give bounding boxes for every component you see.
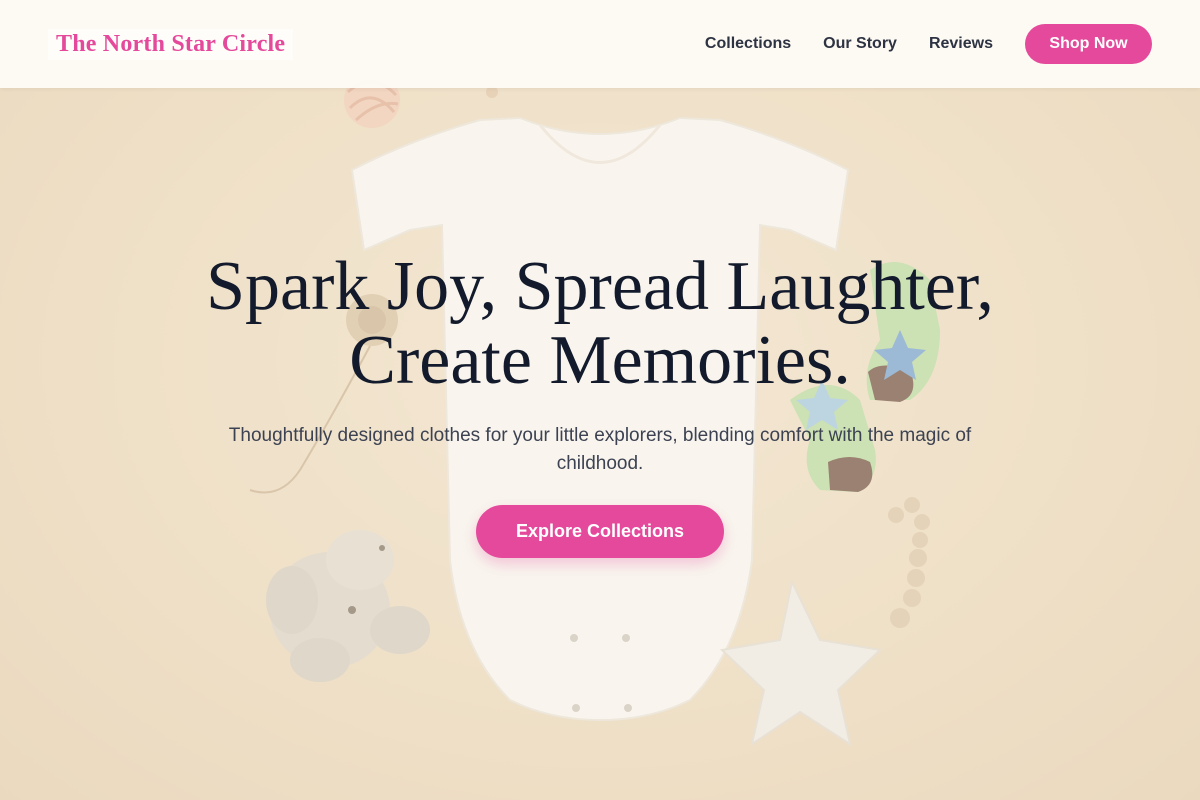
hero-section: Spark Joy, Spread Laughter, Create Memor… — [0, 88, 1200, 800]
nav-link-collections[interactable]: Collections — [705, 35, 791, 53]
main-nav: Collections Our Story Reviews Shop Now — [705, 24, 1152, 64]
hero-title-line-2: Create Memories. — [349, 322, 851, 399]
brand-logo[interactable]: The North Star Circle — [48, 28, 294, 60]
nav-link-our-story[interactable]: Our Story — [823, 35, 897, 53]
hero-title: Spark Joy, Spread Laughter, Create Memor… — [100, 250, 1100, 398]
explore-collections-button[interactable]: Explore Collections — [476, 505, 724, 558]
nav-link-reviews[interactable]: Reviews — [929, 35, 993, 53]
site-header: The North Star Circle Collections Our St… — [0, 0, 1200, 88]
shop-now-button[interactable]: Shop Now — [1025, 24, 1152, 64]
hero-subtitle: Thoughtfully designed clothes for your l… — [170, 422, 1030, 478]
hero-subtitle-line-2: childhood. — [556, 453, 644, 474]
hero-title-line-1: Spark Joy, Spread Laughter, — [206, 248, 994, 325]
hero-subtitle-line-1: Thoughtfully designed clothes for your l… — [228, 425, 972, 446]
